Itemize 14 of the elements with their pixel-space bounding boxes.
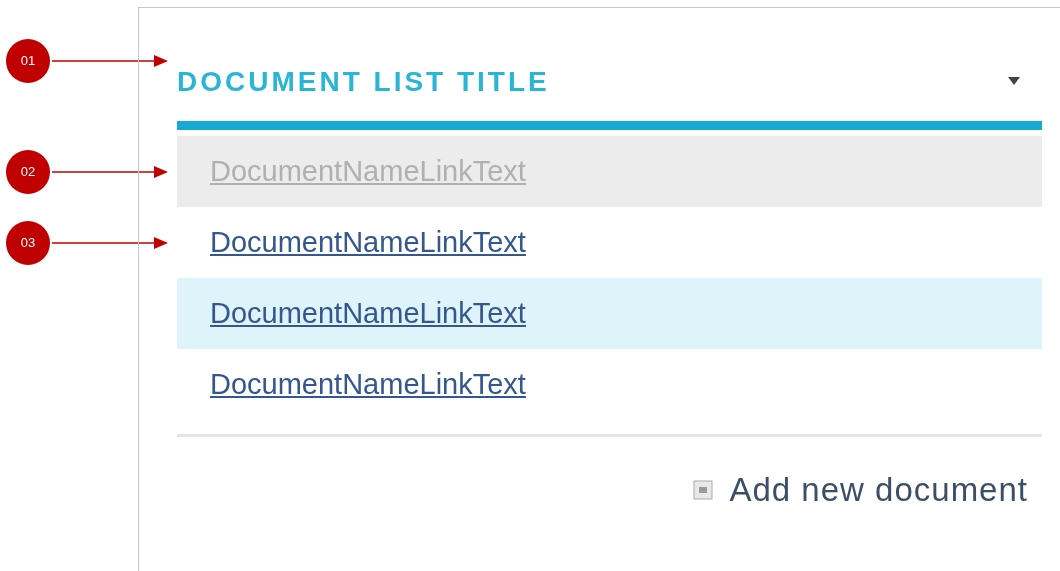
arrow-icon	[52, 55, 168, 67]
list-title: DOCUMENT LIST TITLE	[177, 65, 550, 99]
arrow-icon	[52, 165, 168, 178]
document-link[interactable]: DocumentNameLinkText	[210, 291, 526, 336]
callout-marker: 01	[6, 39, 50, 83]
callout-marker: 03	[6, 220, 50, 265]
dropdown-icon[interactable]	[1008, 77, 1020, 85]
document-link[interactable]: DocumentNameLinkText	[210, 362, 526, 407]
add-document-link[interactable]: Add new document	[729, 465, 1028, 515]
document-row[interactable]: DocumentNameLinkText	[177, 278, 1042, 349]
arrow-icon	[52, 236, 168, 249]
callout-marker: 02	[6, 149, 50, 194]
document-link[interactable]: DocumentNameLinkText	[210, 220, 526, 265]
add-document-icon	[693, 479, 714, 500]
